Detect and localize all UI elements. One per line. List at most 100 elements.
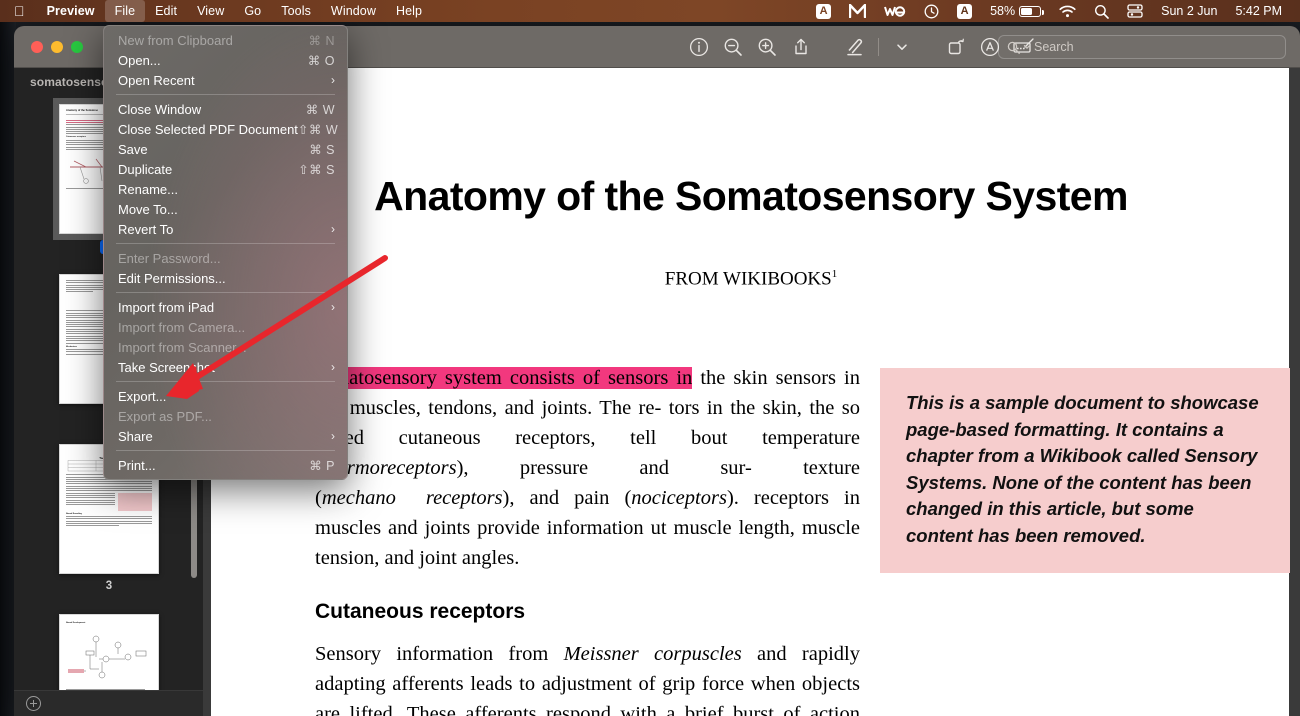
menu-item-label: Save bbox=[118, 141, 148, 157]
chevron-down-icon[interactable] bbox=[885, 30, 919, 64]
menu-item-print[interactable]: Print... ⌘ P bbox=[104, 455, 347, 475]
menu-item-move-to[interactable]: Move To... bbox=[104, 199, 347, 219]
search-field[interactable]: Search bbox=[998, 35, 1286, 59]
mimestream-icon[interactable] bbox=[840, 0, 875, 22]
battery-icon bbox=[1019, 5, 1045, 17]
pdf-page-1: Anatomy of the Somatosensory System FROM… bbox=[211, 68, 1290, 716]
info-icon[interactable] bbox=[682, 30, 716, 64]
maximize-button[interactable] bbox=[71, 40, 83, 53]
battery-percent-label: 58% bbox=[990, 4, 1016, 18]
document-canvas[interactable]: Anatomy of the Somatosensory System FROM… bbox=[204, 68, 1300, 716]
menu-item-export-as-pdf[interactable]: Export as PDF... bbox=[104, 406, 347, 426]
menu-item-close-selected-pdf-document[interactable]: Close Selected PDF Document ⇧⌘ W bbox=[104, 119, 347, 139]
menu-item-label: New from Clipboard bbox=[118, 32, 233, 48]
minimize-button[interactable] bbox=[51, 40, 63, 53]
menu-item-label: Import from Scanner... bbox=[118, 339, 247, 355]
menu-item-take-screenshot[interactable]: Take Screenshot › bbox=[104, 357, 347, 377]
menu-item-close-window[interactable]: Close Window ⌘ W bbox=[104, 99, 347, 119]
menu-item-rename[interactable]: Rename... bbox=[104, 179, 347, 199]
menu-item-label: Enter Password... bbox=[118, 250, 221, 266]
battery-status[interactable]: 58% bbox=[981, 0, 1050, 22]
menu-item-label: Close Selected PDF Document bbox=[118, 121, 298, 137]
traffic-lights bbox=[14, 40, 83, 53]
zoom-in-icon[interactable] bbox=[750, 30, 784, 64]
menubar-app-name[interactable]: Preview bbox=[37, 0, 105, 22]
menu-item-label: Share bbox=[118, 428, 153, 444]
close-button[interactable] bbox=[31, 40, 43, 53]
section-heading: Cutaneous receptors bbox=[315, 600, 526, 623]
menubar-item-window[interactable]: Window bbox=[321, 0, 386, 22]
screen:  Preview File Edit View Go Tools Window… bbox=[0, 0, 1300, 716]
menu-bar:  Preview File Edit View Go Tools Window… bbox=[0, 0, 1300, 22]
menu-item-label: Print... bbox=[118, 457, 156, 473]
control-center-icon[interactable] bbox=[1118, 0, 1152, 22]
menubar-item-help[interactable]: Help bbox=[386, 0, 432, 22]
chevron-right-icon: › bbox=[331, 300, 335, 314]
search-icon bbox=[1007, 41, 1020, 54]
menu-item-label: Open... bbox=[118, 52, 161, 68]
section-paragraph: Sensory information from Meissner corpus… bbox=[315, 643, 860, 716]
menubar-item-view[interactable]: View bbox=[187, 0, 234, 22]
menubar-time[interactable]: 5:42 PM bbox=[1226, 0, 1291, 22]
document-byline: FROM WIKIBOOKS1 bbox=[251, 268, 1251, 290]
wifi-icon[interactable] bbox=[1050, 0, 1085, 22]
we-icon[interactable] bbox=[875, 0, 915, 22]
search-icon[interactable] bbox=[1085, 0, 1118, 22]
menu-item-open-recent[interactable]: Open Recent › bbox=[104, 70, 347, 90]
menubar-item-tools[interactable]: Tools bbox=[271, 0, 321, 22]
menu-item-new-from-clipboard[interactable]: New from Clipboard ⌘ N bbox=[104, 30, 347, 50]
menu-item-edit-permissions[interactable]: Edit Permissions... bbox=[104, 268, 347, 288]
menu-item-import-from-ipad[interactable]: Import from iPad › bbox=[104, 297, 347, 317]
markup-pen-icon[interactable] bbox=[838, 30, 872, 64]
menu-item-revert-to[interactable]: Revert To › bbox=[104, 219, 347, 239]
menu-item-shortcut: ⇧⌘ S bbox=[298, 162, 335, 177]
menu-item-label: Export as PDF... bbox=[118, 408, 212, 424]
chevron-right-icon: › bbox=[331, 360, 335, 374]
byline-text: FROM WIKIBOOKS bbox=[664, 268, 832, 290]
menu-item-label: Rename... bbox=[118, 181, 178, 197]
menu-item-shortcut: ⇧⌘ W bbox=[297, 122, 339, 137]
apple-logo-icon[interactable]:  bbox=[0, 0, 37, 22]
menu-item-import-from-camera[interactable]: Import from Camera... bbox=[104, 317, 347, 337]
menu-item-duplicate[interactable]: Duplicate ⇧⌘ S bbox=[104, 159, 347, 179]
menu-item-label: Import from Camera... bbox=[118, 319, 246, 335]
menu-item-shortcut: ⌘ S bbox=[309, 142, 335, 157]
menu-item-shortcut: ⌘ N bbox=[308, 33, 335, 48]
search-placeholder: Search bbox=[1034, 40, 1074, 54]
document-left-column: somatosensory system consists of sensors… bbox=[315, 363, 860, 716]
chevron-right-icon: › bbox=[331, 73, 335, 87]
sidebar-footer bbox=[14, 690, 203, 716]
intro-paragraph: somatosensory system consists of sensors… bbox=[315, 367, 860, 569]
zoom-out-icon[interactable] bbox=[716, 30, 750, 64]
share-icon[interactable] bbox=[784, 30, 818, 64]
menu-item-share[interactable]: Share › bbox=[104, 426, 347, 446]
menu-separator bbox=[116, 381, 335, 382]
arc-browser-icon[interactable]: A bbox=[807, 0, 840, 22]
input-source-icon[interactable]: A bbox=[948, 0, 981, 22]
menubar-item-edit[interactable]: Edit bbox=[145, 0, 187, 22]
menu-item-shortcut: ⌘ W bbox=[305, 102, 335, 117]
menu-item-label: Duplicate bbox=[118, 161, 173, 177]
menu-item-label: Take Screenshot bbox=[118, 359, 215, 375]
menu-item-export[interactable]: Export... bbox=[104, 386, 347, 406]
menu-separator bbox=[116, 292, 335, 293]
menu-item-import-from-scanner[interactable]: Import from Scanner... bbox=[104, 337, 347, 357]
menu-item-enter-password[interactable]: Enter Password... bbox=[104, 248, 347, 268]
toolbar-divider bbox=[878, 38, 879, 56]
file-menu-dropdown[interactable]: New from Clipboard ⌘ N Open... ⌘ O Open … bbox=[103, 25, 348, 480]
highlighted-text: somatosensory system consists of sensors… bbox=[315, 367, 693, 389]
clock-icon[interactable] bbox=[915, 0, 948, 22]
menubar-item-go[interactable]: Go bbox=[234, 0, 271, 22]
menu-separator bbox=[116, 450, 335, 451]
rotate-icon[interactable] bbox=[939, 30, 973, 64]
menubar-item-file[interactable]: File bbox=[104, 0, 146, 22]
menu-item-save[interactable]: Save ⌘ S bbox=[104, 139, 347, 159]
menu-item-label: Open Recent bbox=[118, 72, 195, 88]
menu-item-open[interactable]: Open... ⌘ O bbox=[104, 50, 347, 70]
menubar-date[interactable]: Sun 2 Jun bbox=[1152, 0, 1226, 22]
add-page-icon[interactable] bbox=[26, 696, 41, 711]
chevron-right-icon: › bbox=[331, 429, 335, 443]
document-heading: Anatomy of the Somatosensory System bbox=[374, 173, 1128, 219]
menu-item-label: Export... bbox=[118, 388, 167, 404]
search-chevron-down-icon bbox=[1023, 45, 1031, 50]
